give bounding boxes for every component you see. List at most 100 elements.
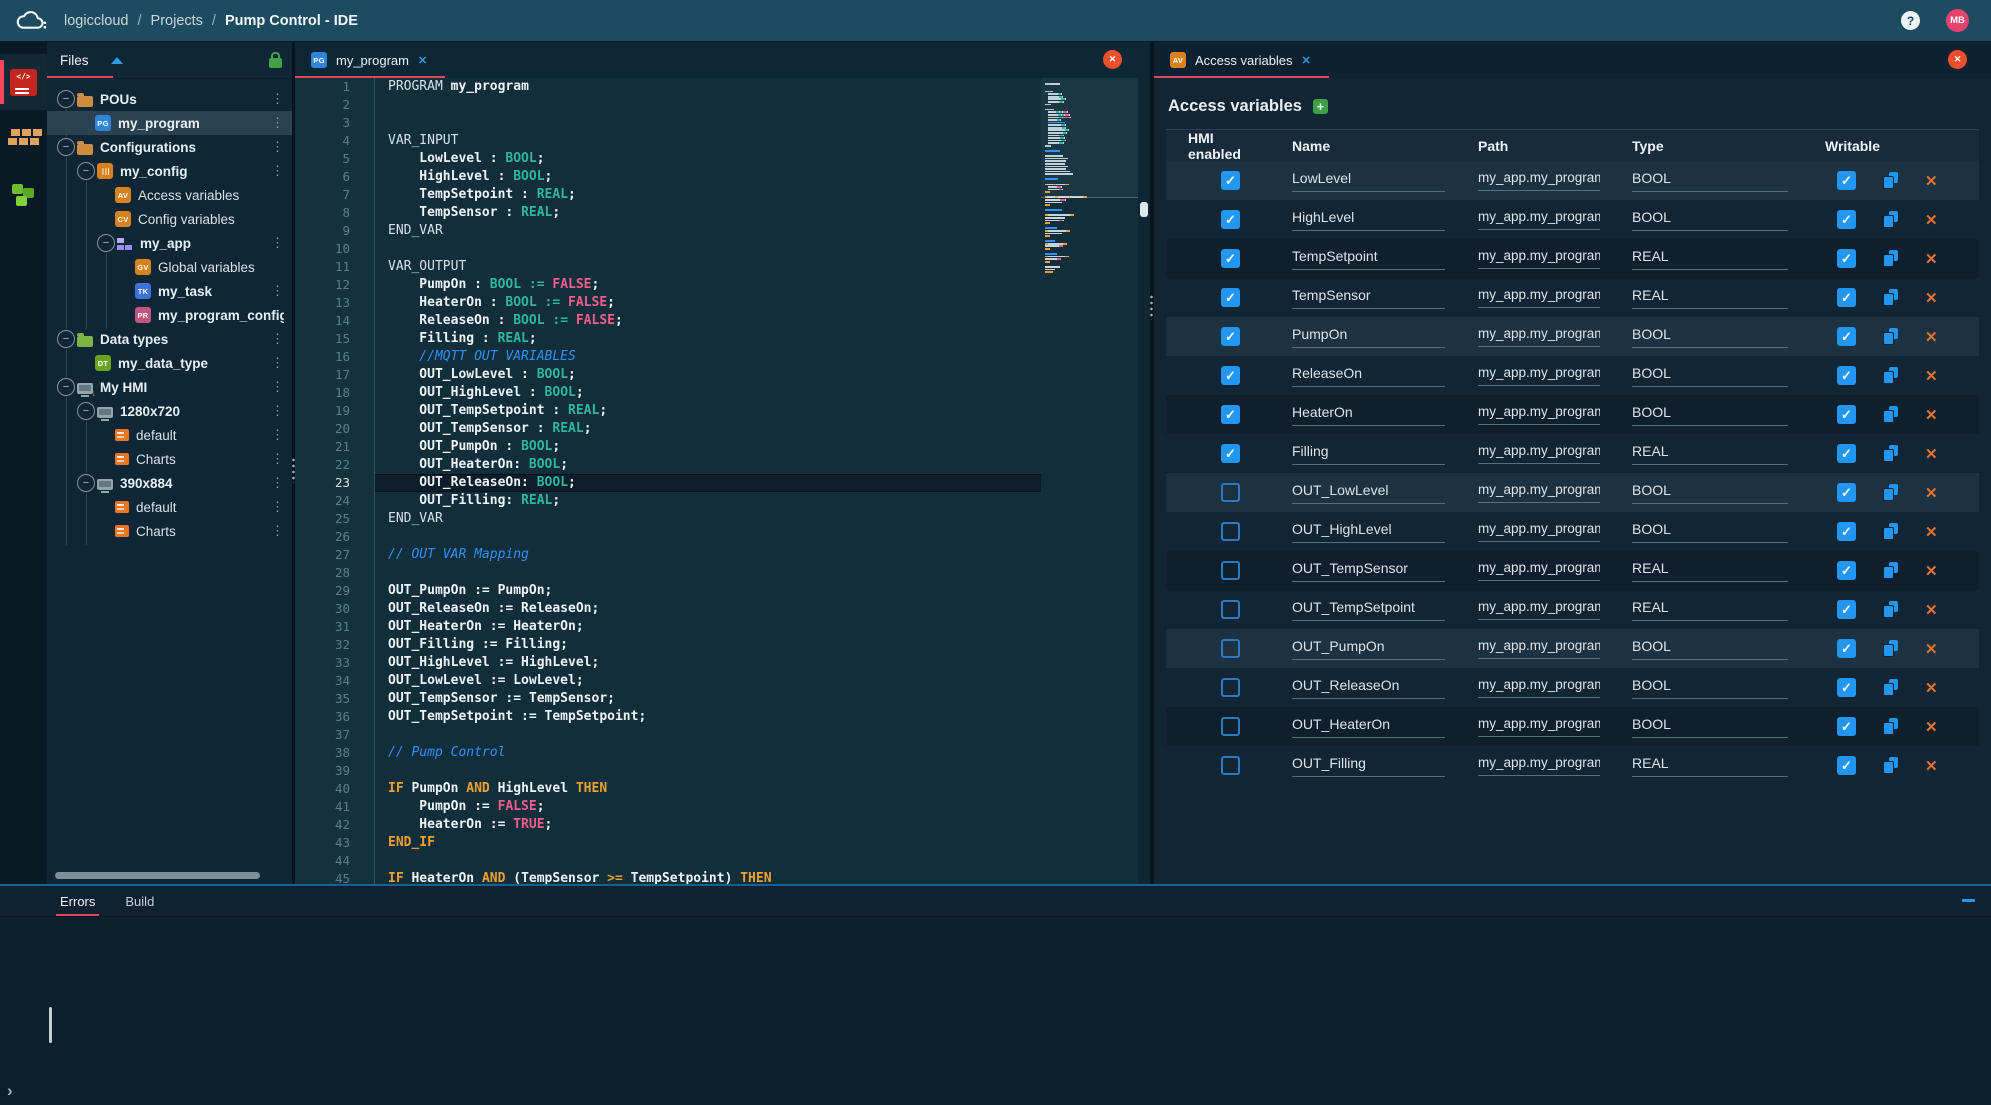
kebab-menu-icon[interactable]: ⋮	[265, 475, 284, 491]
name-field[interactable]: HeaterOn	[1292, 404, 1445, 426]
delete-icon[interactable]: ✕	[1925, 601, 1938, 619]
hmi-enabled-checkbox[interactable]: ✓	[1221, 366, 1240, 385]
delete-icon[interactable]: ✕	[1925, 640, 1938, 658]
delete-icon[interactable]: ✕	[1925, 172, 1938, 190]
path-field[interactable]: my_app.my_program_con	[1478, 599, 1600, 620]
kebab-menu-icon[interactable]: ⋮	[265, 499, 284, 515]
delete-icon[interactable]: ✕	[1925, 562, 1938, 580]
hmi-enabled-checkbox[interactable]	[1221, 561, 1240, 580]
name-field[interactable]: OUT_LowLevel	[1292, 482, 1445, 504]
editor-vertical-scrollbar[interactable]	[1138, 78, 1150, 884]
minimap-viewport[interactable]	[1041, 78, 1138, 198]
tree-item-my-task[interactable]: TKmy_task⋮	[47, 279, 292, 303]
hmi-enabled-checkbox[interactable]: ✓	[1221, 405, 1240, 424]
hmi-enabled-checkbox[interactable]	[1221, 483, 1240, 502]
delete-icon[interactable]: ✕	[1925, 718, 1938, 736]
path-field[interactable]: my_app.my_program_con	[1478, 170, 1600, 191]
name-field[interactable]: OUT_ReleaseOn	[1292, 677, 1445, 699]
code-line[interactable]: 12 PumpOn : BOOL := FALSE;	[295, 276, 1041, 294]
tree-toggle-icon[interactable]: −	[57, 378, 75, 396]
delete-icon[interactable]: ✕	[1925, 250, 1938, 268]
copy-icon[interactable]	[1883, 601, 1898, 618]
code-line[interactable]: 16 //MQTT OUT VARIABLES	[295, 348, 1041, 366]
writable-checkbox[interactable]: ✓	[1837, 639, 1856, 658]
name-field[interactable]: TempSetpoint	[1292, 248, 1445, 270]
tree-item-data-types[interactable]: −Data types⋮	[47, 327, 292, 351]
code-line[interactable]: 24 OUT_Filling: REAL;	[295, 492, 1041, 510]
tree-item-my-program-config[interactable]: PRmy_program_config	[47, 303, 292, 327]
code-line[interactable]: 15 Filling : REAL;	[295, 330, 1041, 348]
type-field[interactable]: REAL	[1632, 755, 1788, 777]
code-line[interactable]: 13 HeaterOn : BOOL := FALSE;	[295, 294, 1041, 312]
copy-icon[interactable]	[1883, 289, 1898, 306]
code-line[interactable]: 1PROGRAM my_program	[295, 78, 1041, 96]
lock-icon[interactable]	[269, 58, 282, 68]
add-variable-button[interactable]: +	[1313, 99, 1328, 114]
delete-icon[interactable]: ✕	[1925, 445, 1938, 463]
kebab-menu-icon[interactable]: ⋮	[265, 451, 284, 467]
path-field[interactable]: my_app.my_program_con	[1478, 638, 1600, 659]
hmi-enabled-checkbox[interactable]	[1221, 522, 1240, 541]
tree-item-global-variables[interactable]: GVGlobal variables	[47, 255, 292, 279]
kebab-menu-icon[interactable]: ⋮	[265, 379, 284, 395]
tab-build[interactable]: Build	[121, 886, 158, 916]
tree-item-my-data-type[interactable]: DTmy_data_type⋮	[47, 351, 292, 375]
code-line[interactable]: 38// Pump Control	[295, 744, 1041, 762]
type-field[interactable]: BOOL	[1632, 521, 1788, 543]
copy-icon[interactable]	[1883, 172, 1898, 189]
name-field[interactable]: OUT_TempSensor	[1292, 560, 1445, 582]
delete-icon[interactable]: ✕	[1925, 289, 1938, 307]
code-line[interactable]: 23 OUT_ReleaseOn: BOOL;	[295, 474, 1041, 492]
avatar[interactable]: MB	[1946, 9, 1969, 32]
copy-icon[interactable]	[1883, 406, 1898, 423]
type-field[interactable]: REAL	[1632, 560, 1788, 582]
type-field[interactable]: REAL	[1632, 248, 1788, 270]
hmi-enabled-checkbox[interactable]: ✓	[1221, 171, 1240, 190]
tab-errors[interactable]: Errors	[56, 886, 99, 916]
copy-icon[interactable]	[1883, 484, 1898, 501]
name-field[interactable]: OUT_PumpOn	[1292, 638, 1445, 660]
path-field[interactable]: my_app.my_program_con	[1478, 248, 1600, 269]
code-line[interactable]: 9END_VAR	[295, 222, 1041, 240]
name-field[interactable]: Filling	[1292, 443, 1445, 465]
writable-checkbox[interactable]: ✓	[1837, 249, 1856, 268]
hmi-enabled-checkbox[interactable]	[1221, 717, 1240, 736]
copy-icon[interactable]	[1883, 679, 1898, 696]
kebab-menu-icon[interactable]: ⋮	[265, 403, 284, 419]
hmi-enabled-checkbox[interactable]	[1221, 756, 1240, 775]
code-line[interactable]: 27// OUT VAR Mapping	[295, 546, 1041, 564]
type-field[interactable]: BOOL	[1632, 482, 1788, 504]
tree-item-my-app[interactable]: −my_app⋮	[47, 231, 292, 255]
code-line[interactable]: 41 PumpOn := FALSE;	[295, 798, 1041, 816]
writable-checkbox[interactable]: ✓	[1837, 327, 1856, 346]
code-line[interactable]: 33OUT_HighLevel := HighLevel;	[295, 654, 1041, 672]
tree-item-configurations[interactable]: −Configurations⋮	[47, 135, 292, 159]
tree-item-access-variables[interactable]: AVAccess variables	[47, 183, 292, 207]
copy-icon[interactable]	[1883, 562, 1898, 579]
tab-access-variables[interactable]: AV Access variables ✕	[1154, 42, 1329, 78]
name-field[interactable]: OUT_HeaterOn	[1292, 716, 1445, 738]
code-line[interactable]: 22 OUT_HeaterOn: BOOL;	[295, 456, 1041, 474]
writable-checkbox[interactable]: ✓	[1837, 171, 1856, 190]
type-field[interactable]: BOOL	[1632, 209, 1788, 231]
name-field[interactable]: OUT_TempSetpoint	[1292, 599, 1445, 621]
kebab-menu-icon[interactable]: ⋮	[265, 523, 284, 539]
path-field[interactable]: my_app.my_program_con	[1478, 677, 1600, 698]
delete-icon[interactable]: ✕	[1925, 367, 1938, 385]
delete-icon[interactable]: ✕	[1925, 757, 1938, 775]
close-editor-pane-button[interactable]: ✕	[1103, 50, 1122, 69]
type-field[interactable]: BOOL	[1632, 716, 1788, 738]
writable-checkbox[interactable]: ✓	[1837, 366, 1856, 385]
tree-item-charts[interactable]: Charts⋮	[47, 519, 292, 543]
code-line[interactable]: 18 OUT_HighLevel : BOOL;	[295, 384, 1041, 402]
writable-checkbox[interactable]: ✓	[1837, 561, 1856, 580]
tree-item-my-config[interactable]: −my_config⋮	[47, 159, 292, 183]
help-icon[interactable]: ?	[1901, 11, 1920, 30]
rail-item-code-editor[interactable]: </>	[0, 54, 47, 110]
tree-toggle-icon[interactable]: −	[77, 162, 95, 180]
writable-checkbox[interactable]: ✓	[1837, 405, 1856, 424]
type-field[interactable]: BOOL	[1632, 404, 1788, 426]
code-line[interactable]: 34OUT_LowLevel := LowLevel;	[295, 672, 1041, 690]
tree-toggle-icon[interactable]: −	[77, 402, 95, 420]
writable-checkbox[interactable]: ✓	[1837, 288, 1856, 307]
